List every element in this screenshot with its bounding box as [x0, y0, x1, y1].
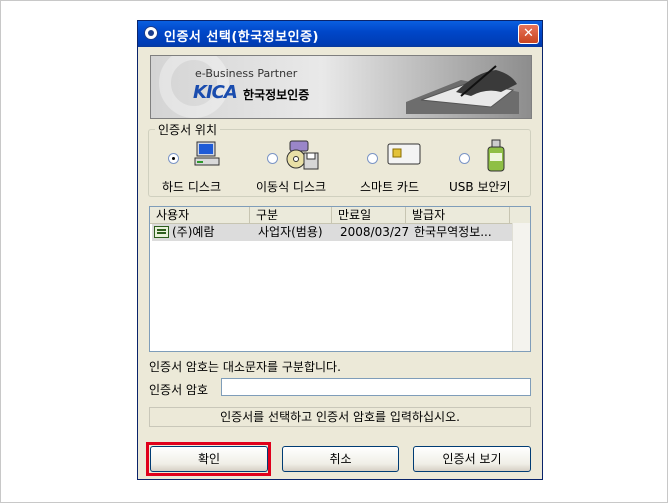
column-issuer[interactable]: 발급자 [406, 207, 510, 223]
certificate-list[interactable]: 사용자 구분 만료일 발급자 (주)예람 사업자(범용) 2008/03/27 … [149, 206, 531, 352]
cell-issuer: 한국무역정보... [414, 225, 492, 239]
view-certificate-button[interactable]: 인증서 보기 [413, 446, 531, 472]
radio-usb-token[interactable] [459, 153, 470, 164]
ok-highlight-box [146, 442, 271, 476]
label-removable-disk: 이동식 디스크 [256, 180, 327, 194]
password-input[interactable] [221, 378, 531, 396]
label-usb-token: USB 보안키 [449, 180, 511, 194]
close-icon: ✕ [523, 26, 534, 41]
radio-smart-card[interactable] [367, 153, 378, 164]
signing-hand-image [406, 65, 519, 114]
app-icon [144, 26, 158, 40]
certificate-dialog: 인증서 선택(한국정보인증) ✕ e-Business Partner KICA… [137, 20, 543, 480]
list-scrollbar[interactable] [512, 223, 530, 351]
removable-disk-icon[interactable] [286, 139, 320, 171]
status-message: 인증서를 선택하고 인증서 암호를 입력하십시오. [149, 407, 531, 427]
cert-location-legend: 인증서 위치 [158, 123, 218, 137]
window-title: 인증서 선택(한국정보인증) [164, 30, 319, 45]
column-expiry[interactable]: 만료일 [332, 207, 406, 223]
password-hint: 인증서 암호는 대소문자를 구분합니다. [149, 360, 341, 374]
column-user[interactable]: 사용자 [150, 207, 250, 223]
brand-banner: e-Business Partner KICA 한국정보인증 [150, 55, 532, 119]
column-type[interactable]: 구분 [250, 207, 332, 223]
title-bar[interactable]: 인증서 선택(한국정보인증) ✕ [138, 21, 542, 47]
banner-tagline: e-Business Partner [195, 67, 298, 80]
table-row[interactable]: (주)예람 사업자(범용) 2008/03/27 한국무역정보... [152, 224, 512, 241]
radio-removable-disk[interactable] [267, 153, 278, 164]
label-smart-card: 스마트 카드 [360, 180, 420, 194]
smart-card-icon[interactable] [387, 143, 421, 165]
cell-expiry: 2008/03/27 [340, 225, 410, 239]
kica-logo: KICA [193, 82, 238, 103]
cancel-button[interactable]: 취소 [282, 446, 399, 472]
list-header: 사용자 구분 만료일 발급자 [150, 207, 530, 224]
cell-user: (주)예람 [172, 225, 215, 239]
radio-hard-disk[interactable] [168, 153, 179, 164]
label-hard-disk: 하드 디스크 [162, 180, 222, 194]
usb-token-icon[interactable] [485, 139, 507, 173]
close-button[interactable]: ✕ [518, 24, 539, 44]
password-label: 인증서 암호 [149, 383, 209, 397]
cell-type: 사업자(범용) [258, 225, 323, 239]
brand-korean: 한국정보인증 [243, 88, 310, 102]
hard-disk-icon[interactable] [193, 140, 221, 168]
certificate-icon [154, 226, 169, 238]
